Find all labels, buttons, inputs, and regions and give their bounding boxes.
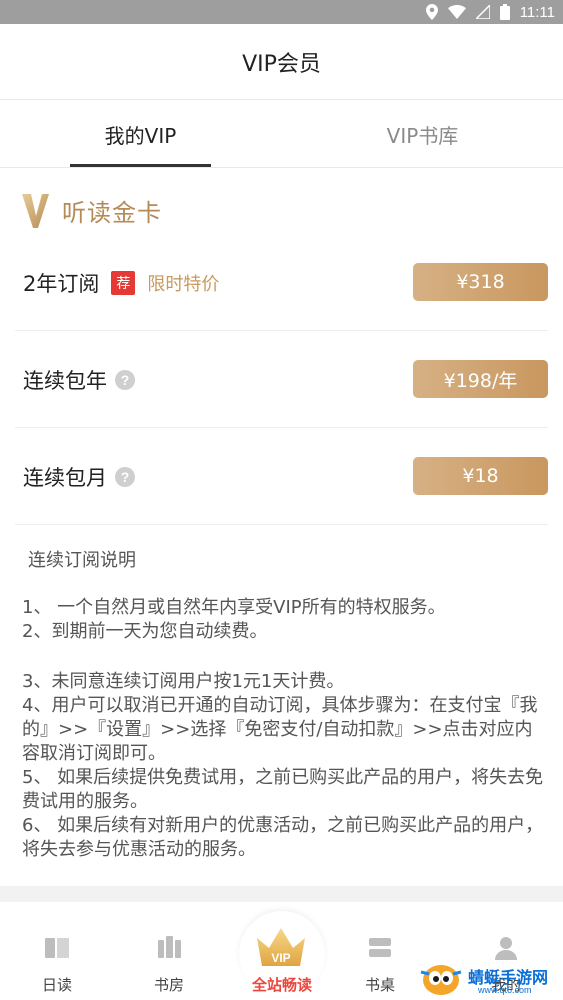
note-item: 2、到期前一天为您自动续费。 xyxy=(22,621,268,642)
nav-label: 书房 xyxy=(153,976,184,994)
nav-label: 日读 xyxy=(41,976,72,994)
nav-item-daily-read[interactable]: 日读 xyxy=(17,902,97,1000)
tab-vip-library[interactable]: VIP书库 xyxy=(352,100,493,168)
vip-crown-icon: VIP xyxy=(257,928,305,966)
buy-monthly-button[interactable]: ¥18 xyxy=(413,457,548,495)
subscription-notes: 1、 一个自然月或自然年内享受VIP所有的特权服务。 2、到期前一天为您自动续费… xyxy=(22,596,548,862)
tab-bar: 我的VIP VIP书库 xyxy=(0,100,563,168)
recommend-badge: 荐 xyxy=(111,270,136,295)
plan-row-2-year: 2年订阅 荐 限时特价 ¥318 xyxy=(15,234,548,331)
watermark: 蜻蜓手游网 www.qt6.com xyxy=(418,960,563,1000)
help-icon[interactable]: ? xyxy=(115,369,135,390)
plan-row-monthly: 连续包月 ? ¥18 xyxy=(15,428,548,525)
all-site-read-label: 全站畅读 xyxy=(251,976,312,994)
section-title: 听读金卡 xyxy=(62,198,162,227)
plan-label: 2年订阅 xyxy=(23,271,100,296)
promo-text: 限时特价 xyxy=(147,273,220,295)
gold-v-mark-icon xyxy=(22,194,49,228)
wifi-icon xyxy=(447,5,466,19)
note-item: 1、 一个自然月或自然年内享受VIP所有的特权服务。 xyxy=(22,597,446,618)
watermark-subtext: www.qt6.com xyxy=(478,985,532,995)
plan-label: 连续包年 xyxy=(23,368,107,393)
nav-item-study[interactable]: 书房 xyxy=(129,902,209,1000)
status-bar: 11:11 xyxy=(0,0,563,24)
battery-icon xyxy=(499,4,510,20)
tab-my-vip[interactable]: 我的VIP xyxy=(70,100,211,168)
help-icon[interactable]: ? xyxy=(115,466,135,487)
location-icon xyxy=(425,4,438,20)
page-title: VIP会员 xyxy=(0,24,563,100)
user-icon xyxy=(495,937,517,960)
section-header: 听读金卡 xyxy=(22,188,162,232)
status-icons: 11:11 xyxy=(425,3,555,21)
plan-row-annual: 连续包年 ? ¥198/年 xyxy=(15,331,548,428)
note-item: 3、未同意连续订阅用户按1元1天计费。 xyxy=(22,671,345,692)
note-item: 5、 如果后续提供免费试用，之前已购买此产品的用户，将失去免费试用的服务。 xyxy=(22,767,544,812)
desk-icon xyxy=(369,938,391,957)
active-tab-indicator xyxy=(70,164,211,167)
divider-band xyxy=(0,886,563,902)
crown-text: VIP xyxy=(271,951,290,965)
note-item: 4、用户可以取消已开通的自动订阅，具体步骤为：在支付宝『我的』>>『设置』>>选… xyxy=(22,695,538,764)
status-time: 11:11 xyxy=(519,3,555,21)
buy-annual-button[interactable]: ¥198/年 xyxy=(413,360,548,398)
buy-2-year-button[interactable]: ¥318 xyxy=(413,263,548,301)
dragonfly-logo-icon xyxy=(420,965,462,995)
nav-label: 书桌 xyxy=(364,976,395,994)
subscription-notes-title: 连续订阅说明 xyxy=(28,550,136,571)
nav-item-desk[interactable]: 书桌 xyxy=(340,902,420,1000)
book-open-icon xyxy=(45,938,69,958)
note-item: 6、 如果后续有对新用户的优惠活动，之前已购买此产品的用户，将失去参与优惠活动的… xyxy=(22,815,544,860)
bookshelf-icon xyxy=(158,936,181,958)
plan-label: 连续包月 xyxy=(23,465,107,490)
signal-icon xyxy=(475,5,490,19)
